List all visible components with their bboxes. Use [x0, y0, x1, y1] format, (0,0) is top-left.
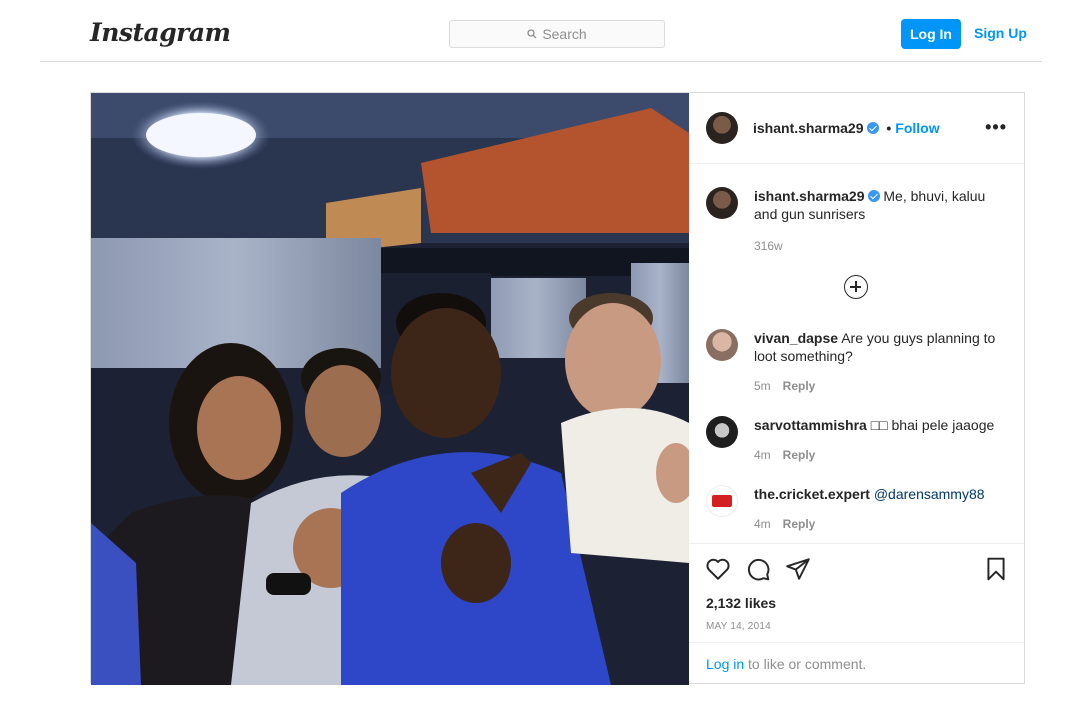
reply-button[interactable]: Reply	[783, 448, 816, 462]
login-button[interactable]: Log In	[901, 19, 961, 49]
follow-button[interactable]: Follow	[895, 120, 939, 136]
separator-dot: •	[886, 120, 892, 136]
load-more-icon[interactable]	[844, 275, 868, 299]
login-prompt-text: to like or comment.	[744, 656, 867, 672]
comment-mention[interactable]: @darensammy88	[874, 486, 985, 502]
post-date[interactable]: MAY 14, 2014	[706, 621, 771, 632]
post-card: ishant.sharma29 • Follow ••• ishant.sharm…	[90, 92, 1025, 685]
comment-meta: 4m Reply	[754, 517, 815, 531]
photo-illustration	[91, 93, 689, 685]
top-nav: Instagram Search Log In Sign Up	[40, 0, 1042, 62]
author-info: ishant.sharma29 • Follow	[753, 120, 940, 136]
search-placeholder: Search	[542, 26, 587, 42]
commenter-avatar[interactable]	[706, 329, 738, 361]
caption-username[interactable]: ishant.sharma29	[754, 188, 865, 204]
bookmark-icon[interactable]	[983, 556, 1009, 582]
verified-icon	[866, 122, 879, 134]
post-header: ishant.sharma29 • Follow •••	[689, 93, 1024, 164]
comments-section: ishant.sharma29 Me, bhuvi, kaluu and gun…	[689, 165, 1024, 543]
caption-time[interactable]: 316w	[754, 239, 783, 253]
comment-username[interactable]: the.cricket.expert	[754, 486, 870, 502]
caption-meta: 316w	[754, 239, 783, 253]
search-input[interactable]: Search	[449, 20, 665, 48]
reply-button[interactable]: Reply	[783, 517, 816, 531]
comment-username[interactable]: sarvottammishra	[754, 417, 867, 433]
author-username[interactable]: ishant.sharma29	[753, 120, 864, 136]
comment-time[interactable]: 4m	[754, 448, 771, 462]
post-actions: 2,132 likes MAY 14, 2014 Log in to like …	[689, 543, 1024, 683]
login-prompt: Log in to like or comment.	[689, 642, 1024, 684]
post-photo[interactable]	[91, 93, 689, 685]
caption-avatar[interactable]	[706, 187, 738, 219]
comment-meta: 4m Reply	[754, 448, 815, 462]
comment-time[interactable]: 4m	[754, 517, 771, 531]
comment-text: vivan_dapse Are you guys planning to loo…	[754, 329, 1004, 365]
verified-icon	[867, 190, 880, 202]
login-link[interactable]: Log in	[706, 656, 744, 672]
comment-text: sarvottammishra □□ bhai pele jaaoge	[754, 416, 1004, 434]
comment-username[interactable]: vivan_dapse	[754, 330, 838, 346]
signup-link[interactable]: Sign Up	[974, 25, 1027, 41]
caption-text: ishant.sharma29 Me, bhuvi, kaluu and gun…	[754, 187, 1004, 223]
heart-icon[interactable]	[705, 556, 731, 582]
post-sidebar: ishant.sharma29 • Follow ••• ishant.sharm…	[689, 93, 1024, 683]
comment-meta: 5m Reply	[754, 379, 815, 393]
commenter-avatar[interactable]	[706, 485, 738, 517]
comment-icon[interactable]	[745, 556, 771, 582]
comment-text: the.cricket.expert @darensammy88	[754, 485, 1004, 503]
likes-count[interactable]: 2,132 likes	[706, 595, 776, 611]
share-icon[interactable]	[785, 556, 811, 582]
instagram-logo[interactable]: Instagram	[90, 18, 231, 47]
commenter-avatar[interactable]	[706, 416, 738, 448]
search-icon	[527, 29, 537, 39]
reply-button[interactable]: Reply	[783, 379, 816, 393]
more-options-icon[interactable]: •••	[985, 117, 1007, 138]
author-avatar[interactable]	[706, 112, 738, 144]
comment-time[interactable]: 5m	[754, 379, 771, 393]
comment-message: □□ bhai pele jaaoge	[870, 417, 995, 433]
